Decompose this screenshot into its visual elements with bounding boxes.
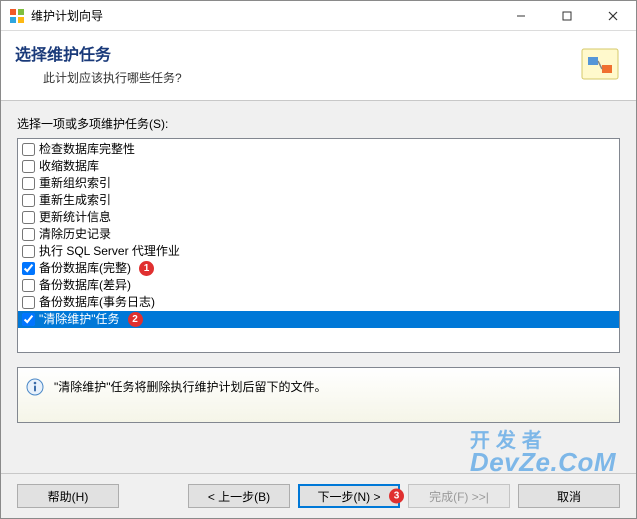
app-icon [9, 8, 25, 24]
task-list-item[interactable]: 重新组织索引 [18, 175, 619, 192]
window-title: 维护计划向导 [31, 7, 103, 24]
titlebar[interactable]: 维护计划向导 [1, 1, 636, 31]
task-list-item[interactable]: 备份数据库(差异) [18, 277, 619, 294]
task-checkbox[interactable] [22, 160, 35, 173]
task-label: 重新生成索引 [39, 192, 111, 209]
task-list-item[interactable]: 检查数据库完整性 [18, 141, 619, 158]
task-list-item[interactable]: 备份数据库(完整) 1 [18, 260, 619, 277]
callout-badge-1: 1 [139, 261, 154, 276]
task-checkbox[interactable] [22, 313, 35, 326]
task-label: 更新统计信息 [39, 209, 111, 226]
info-icon [26, 378, 44, 396]
task-label: "清除维护"任务 [39, 311, 120, 328]
page-subtitle: 此计划应该执行哪些任务? [43, 69, 622, 86]
task-label: 收缩数据库 [39, 158, 99, 175]
banner-icon [576, 41, 624, 89]
task-list-item[interactable]: 执行 SQL Server 代理作业 [18, 243, 619, 260]
task-list-item[interactable]: 收缩数据库 [18, 158, 619, 175]
task-label: 清除历史记录 [39, 226, 111, 243]
task-label: 执行 SQL Server 代理作业 [39, 243, 180, 260]
task-list-item[interactable]: 重新生成索引 [18, 192, 619, 209]
wizard-header: 选择维护任务 此计划应该执行哪些任务? [1, 31, 636, 101]
task-label: 备份数据库(事务日志) [39, 294, 155, 311]
next-button-label: 下一步(N) > [317, 490, 380, 504]
task-checkbox[interactable] [22, 296, 35, 309]
button-bar: 帮助(H) < 上一步(B) 下一步(N) > 3 完成(F) >>| 取消 [1, 473, 636, 518]
task-checkbox[interactable] [22, 228, 35, 241]
task-checkbox[interactable] [22, 279, 35, 292]
close-button[interactable] [590, 1, 636, 30]
task-list-item[interactable]: 清除历史记录 [18, 226, 619, 243]
finish-button: 完成(F) >>| [408, 484, 510, 508]
description-box: "清除维护"任务将删除执行维护计划后留下的文件。 [17, 367, 620, 423]
task-list-item[interactable]: 备份数据库(事务日志) [18, 294, 619, 311]
task-label: 备份数据库(差异) [39, 277, 131, 294]
task-checkbox[interactable] [22, 194, 35, 207]
back-button[interactable]: < 上一步(B) [188, 484, 290, 508]
task-label: 备份数据库(完整) [39, 260, 131, 277]
help-button[interactable]: 帮助(H) [17, 484, 119, 508]
task-label: 重新组织索引 [39, 175, 111, 192]
wizard-window: 维护计划向导 选择维护任务 此计划应该执行哪些任务? 选择一项或多项维 [0, 0, 637, 519]
next-button[interactable]: 下一步(N) > 3 [298, 484, 400, 508]
page-title: 选择维护任务 [15, 41, 622, 65]
task-checkbox[interactable] [22, 143, 35, 156]
callout-badge-2: 2 [128, 312, 143, 327]
description-text: "清除维护"任务将删除执行维护计划后留下的文件。 [54, 378, 327, 395]
task-checkbox[interactable] [22, 245, 35, 258]
content-area: 选择一项或多项维护任务(S): 检查数据库完整性收缩数据库重新组织索引重新生成索… [1, 101, 636, 473]
task-list-item[interactable]: 更新统计信息 [18, 209, 619, 226]
cancel-button[interactable]: 取消 [518, 484, 620, 508]
callout-badge-3: 3 [389, 489, 404, 504]
task-checkbox[interactable] [22, 177, 35, 190]
task-label: 检查数据库完整性 [39, 141, 135, 158]
minimize-button[interactable] [498, 1, 544, 30]
maximize-button[interactable] [544, 1, 590, 30]
task-list-label: 选择一项或多项维护任务(S): [17, 115, 620, 132]
task-listbox[interactable]: 检查数据库完整性收缩数据库重新组织索引重新生成索引更新统计信息清除历史记录执行 … [17, 138, 620, 353]
task-checkbox[interactable] [22, 211, 35, 224]
task-list-item[interactable]: "清除维护"任务 2 [18, 311, 619, 328]
task-checkbox[interactable] [22, 262, 35, 275]
